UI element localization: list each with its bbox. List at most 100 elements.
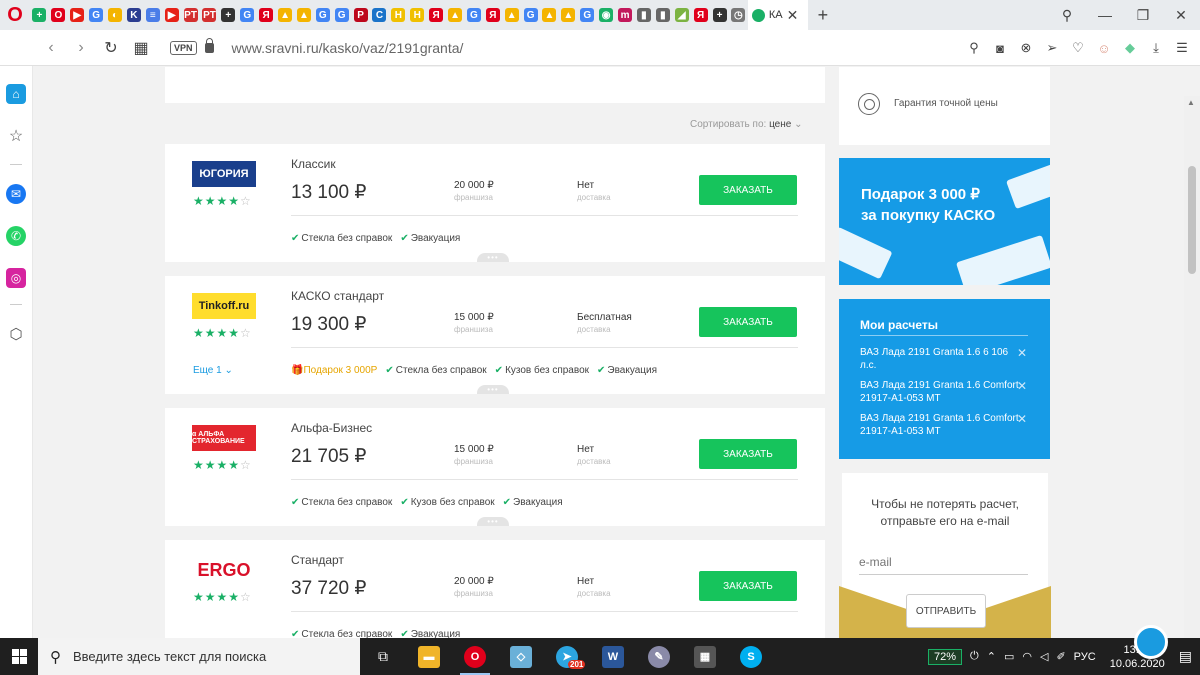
plug-icon[interactable]: ⏻ <box>970 650 979 663</box>
send-email-button[interactable]: ОТПРАВИТЬ <box>906 594 986 628</box>
pinned-tab[interactable]: ▮ <box>653 0 672 30</box>
easy-setup-icon[interactable]: ☰ <box>1174 40 1190 56</box>
pinned-tab[interactable]: ▲ <box>294 0 313 30</box>
restore-button[interactable]: ❐ <box>1124 7 1162 24</box>
pinned-tab[interactable]: ▲ <box>540 0 559 30</box>
pinned-tab[interactable]: G <box>332 0 351 30</box>
start-button[interactable] <box>0 638 38 675</box>
vpn-badge[interactable]: VPN <box>170 40 197 55</box>
pinned-tab[interactable]: O <box>49 0 68 30</box>
notifications-icon[interactable]: ▤ <box>1179 648 1192 665</box>
send-icon[interactable]: ➢ <box>1044 40 1060 56</box>
extension-icon[interactable]: ☺ <box>1096 41 1112 56</box>
scroll-up-icon[interactable]: ▲ <box>1187 98 1195 107</box>
remove-calc-icon[interactable]: ✕ <box>1017 379 1027 393</box>
email-input[interactable] <box>859 549 1028 575</box>
pinned-tab[interactable]: Я <box>691 0 710 30</box>
order-button[interactable]: ЗАКАЗАТЬ <box>699 571 797 601</box>
pinned-tab[interactable]: Я <box>483 0 502 30</box>
back-button[interactable]: ‹ <box>36 39 66 57</box>
pinned-tab[interactable]: ▶ <box>68 0 87 30</box>
calc-item[interactable]: ВАЗ Лада 2191 Granta 1.6 Comfort 21917-A… <box>860 412 1020 438</box>
taskbar-calculator[interactable]: ▦ <box>682 638 728 675</box>
scroll-thumb[interactable] <box>1188 166 1196 274</box>
pinned-tab[interactable]: G <box>238 0 257 30</box>
pinned-tab[interactable]: ◷ <box>729 0 748 30</box>
battery-icon[interactable]: ▭ <box>1004 650 1014 663</box>
insurer-logo[interactable]: ERGO <box>192 557 256 583</box>
cube-extension-icon[interactable]: ◆ <box>1122 40 1138 56</box>
pinned-tab[interactable]: ▶ <box>162 0 181 30</box>
expand-details-tab[interactable]: ••• <box>477 385 509 394</box>
camera-icon[interactable]: ◙ <box>992 41 1008 56</box>
lock-icon[interactable] <box>204 37 214 53</box>
close-tab-icon[interactable]: ✕ <box>787 7 799 24</box>
new-tab-button[interactable]: + <box>808 5 838 26</box>
download-icon[interactable]: ⤓ <box>1148 40 1164 56</box>
adblock-icon[interactable]: ⊗ <box>1018 40 1034 56</box>
remove-calc-icon[interactable]: ✕ <box>1017 412 1027 426</box>
url-field[interactable]: www.sravni.ru/kasko/vaz/2191granta/ <box>232 40 464 56</box>
taskbar-paint[interactable]: ✎ <box>636 638 682 675</box>
close-window-button[interactable]: ✕ <box>1162 7 1200 24</box>
taskbar-opera[interactable]: O <box>452 638 498 675</box>
page-search-icon[interactable]: ⚲ <box>966 40 982 56</box>
pinned-tab[interactable]: H <box>408 0 427 30</box>
opera-menu-button[interactable]: O <box>0 0 30 30</box>
speed-dial-icon[interactable]: ▦ <box>126 38 156 58</box>
pinned-tab[interactable]: ▲ <box>559 0 578 30</box>
pinned-tab[interactable]: m <box>616 0 635 30</box>
pinned-tab[interactable]: ▲ <box>502 0 521 30</box>
pinned-tab[interactable]: Я <box>257 0 276 30</box>
pinned-tab[interactable]: ▲ <box>446 0 465 30</box>
task-view-button[interactable]: ⧉ <box>360 638 406 675</box>
page-scrollbar[interactable]: ▲ <box>1184 96 1200 638</box>
pinned-tab[interactable]: H <box>389 0 408 30</box>
cube-icon[interactable]: ⬡ <box>6 324 26 344</box>
pinned-tab[interactable]: G <box>87 0 106 30</box>
taskbar-skype[interactable]: S <box>728 638 774 675</box>
more-offers-link[interactable]: Еще 1 ⌄ <box>193 365 233 376</box>
language-indicator[interactable]: РУС <box>1074 651 1096 663</box>
pinned-tab[interactable]: PT <box>200 0 219 30</box>
pinned-tab[interactable]: Я <box>427 0 446 30</box>
pinned-tab[interactable]: + <box>219 0 238 30</box>
order-button[interactable]: ЗАКАЗАТЬ <box>699 175 797 205</box>
star-icon[interactable]: ☆ <box>6 126 26 146</box>
sort-control[interactable]: Сортировать по: цене ⌄ <box>690 119 803 130</box>
insurer-logo[interactable]: Tinkoff.ru <box>192 293 256 319</box>
taskbar-search[interactable]: ⚲ Введите здесь текст для поиска <box>38 638 360 675</box>
pinned-tab[interactable]: ▲ <box>276 0 295 30</box>
order-button[interactable]: ЗАКАЗАТЬ <box>699 307 797 337</box>
pen-icon[interactable]: ✐ <box>1056 650 1065 663</box>
volume-icon[interactable]: ◁ <box>1040 650 1048 663</box>
pinned-tab[interactable]: ◐ <box>106 0 125 30</box>
pinned-tab[interactable]: + <box>30 0 49 30</box>
pinned-tab[interactable]: + <box>710 0 729 30</box>
active-tab[interactable]: КА ✕ <box>747 0 808 30</box>
calc-item[interactable]: ВАЗ Лада 2191 Granta 1.6 Comfort 21917-A… <box>860 379 1020 405</box>
remove-calc-icon[interactable]: ✕ <box>1017 346 1027 360</box>
search-tabs-icon[interactable]: ⚲ <box>1048 7 1086 24</box>
sort-value[interactable]: цене <box>769 119 791 130</box>
forward-button[interactable]: › <box>66 39 96 57</box>
expand-details-tab[interactable]: ••• <box>477 517 509 526</box>
pinned-tab[interactable]: C <box>370 0 389 30</box>
whatsapp-icon[interactable]: ✆ <box>6 226 26 246</box>
pinned-tab[interactable]: P <box>351 0 370 30</box>
heart-icon[interactable]: ♡ <box>1070 40 1086 56</box>
insurer-logo[interactable]: α АЛЬФА СТРАХОВАНИЕ <box>192 425 256 451</box>
taskbar-explorer[interactable]: ▬ <box>406 638 452 675</box>
instagram-icon[interactable]: ◎ <box>6 268 26 288</box>
pinned-tab[interactable]: ◢ <box>672 0 691 30</box>
insurer-logo[interactable]: ЮГОРИЯ <box>192 161 256 187</box>
pinned-tab[interactable]: G <box>521 0 540 30</box>
promo-banner[interactable]: Подарок 3 000 ₽ за покупку КАСКО <box>839 158 1050 285</box>
pinned-tab[interactable]: ≡ <box>143 0 162 30</box>
pinned-tab[interactable]: K <box>124 0 143 30</box>
taskbar-telegram[interactable]: ➤ 201 <box>544 638 590 675</box>
pinned-tab[interactable]: ▮ <box>635 0 654 30</box>
pinned-tab[interactable]: PT <box>181 0 200 30</box>
home-icon[interactable]: ⌂ <box>6 84 26 104</box>
wifi-icon[interactable]: ◠ <box>1022 650 1032 663</box>
